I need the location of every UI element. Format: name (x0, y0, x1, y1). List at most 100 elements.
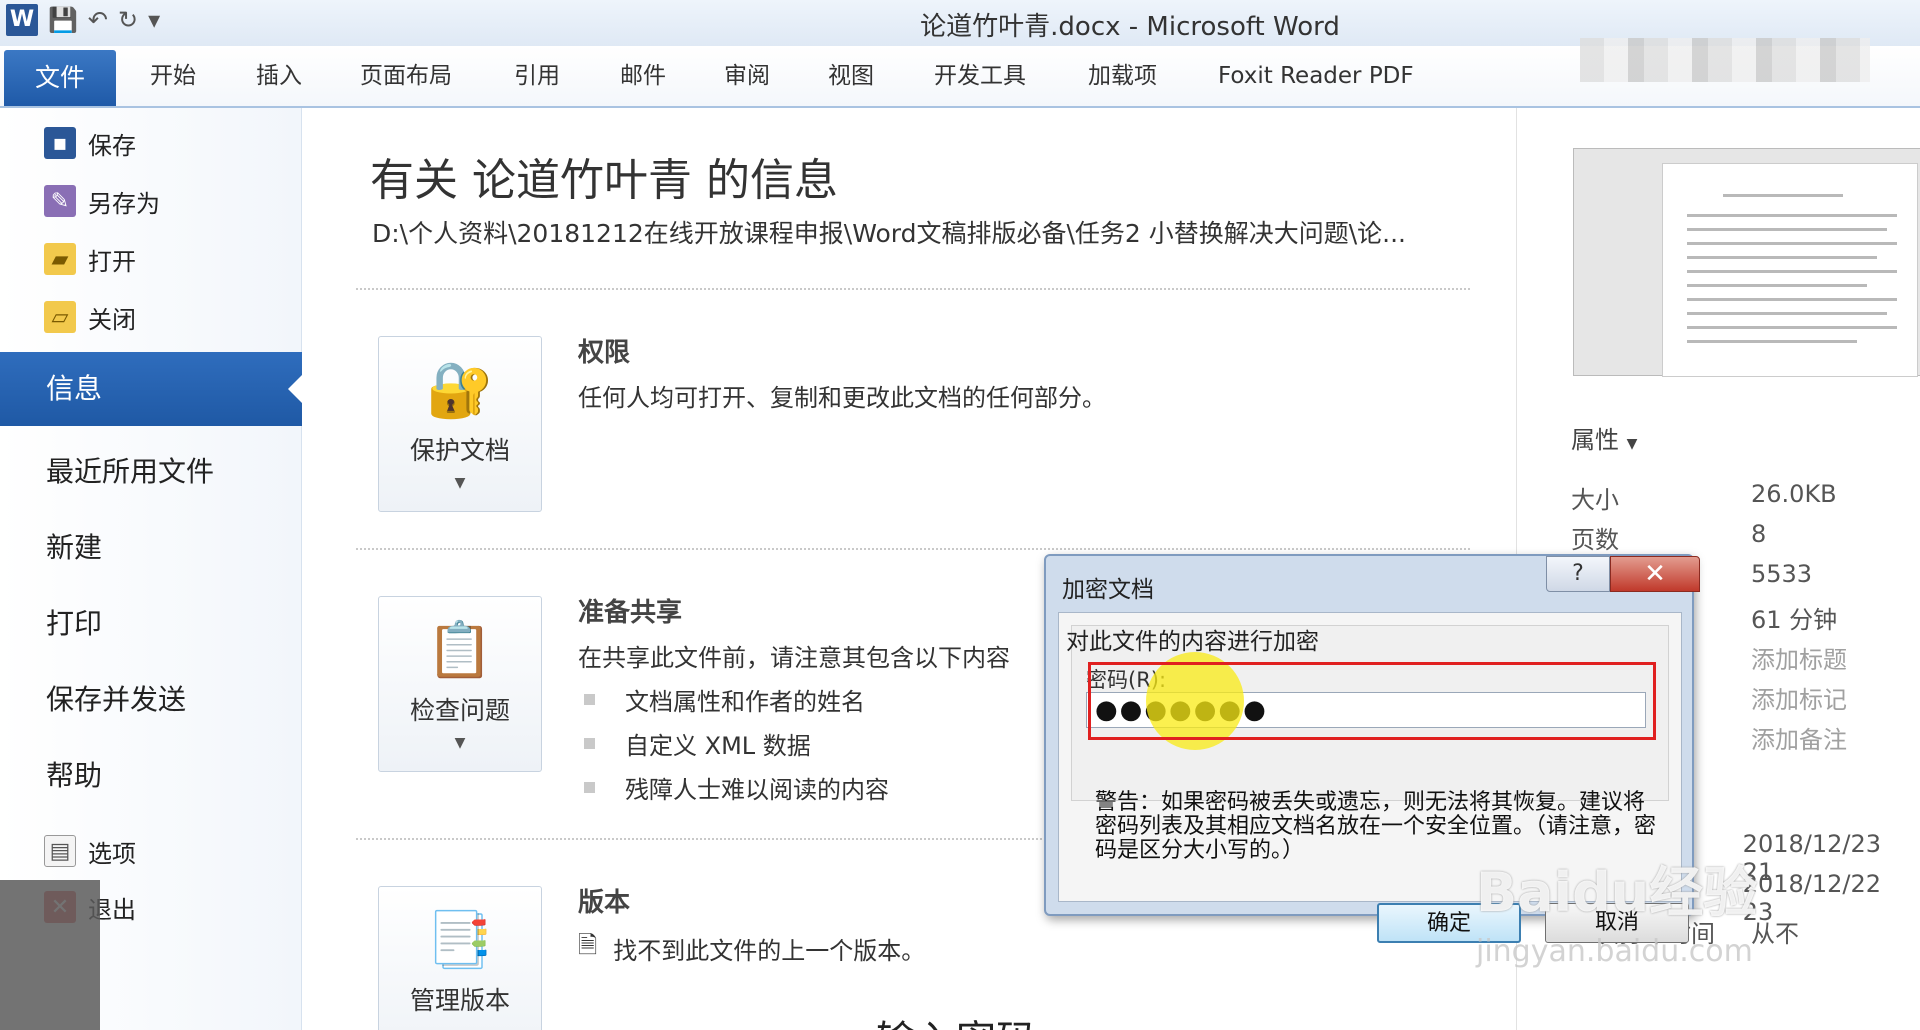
nav-save-as-label: 另存为 (88, 189, 160, 218)
thumbnail-line (1687, 256, 1877, 259)
property-key: 页数 (1571, 526, 1619, 554)
nav-print[interactable]: 打印 (46, 602, 102, 642)
tab-mailings[interactable]: 邮件 (620, 56, 666, 96)
divider (356, 288, 1470, 290)
document-version-icon: 🗎 (578, 931, 598, 959)
thumbnail-line (1687, 214, 1897, 217)
nav-options[interactable]: ▤ 选项 (44, 828, 136, 874)
add-comment-field[interactable]: 添加备注 (1751, 720, 1847, 755)
nav-open-label: 打开 (88, 247, 136, 276)
protect-document-button[interactable]: 🔐 保护文档 ▼ (378, 336, 542, 512)
nav-close-label: 关闭 (88, 305, 136, 334)
chevron-down-icon: ▼ (1626, 436, 1638, 452)
check-issues-button[interactable]: 📋 检查问题 ▼ (378, 596, 542, 772)
thumbnail-line (1687, 242, 1897, 245)
protect-document-label: 保护文档 (409, 436, 510, 465)
file-path: D:\个人资料\20181212在线开放课程申报\Word文稿排版必备\任务2 … (372, 219, 1406, 248)
nav-new[interactable]: 新建 (46, 526, 102, 566)
property-row: 页数 8 (1571, 520, 1911, 555)
tab-home[interactable]: 开始 (150, 56, 196, 96)
property-value: 5533 (1751, 560, 1813, 588)
blurred-account-area (1580, 38, 1870, 82)
bullet-icon (584, 782, 595, 793)
tab-review[interactable]: 审阅 (724, 56, 770, 96)
list-item: 自定义 XML 数据 (584, 726, 811, 761)
property-value: 26.0KB (1751, 480, 1837, 508)
close-button[interactable]: ✕ (1610, 556, 1700, 592)
caption-hint: 输入密码 (876, 1008, 1036, 1030)
thumbnail-page (1662, 163, 1918, 377)
bullet-icon (584, 694, 595, 705)
properties-heading[interactable]: 属性 ▼ (1571, 420, 1637, 455)
annotation-box (1088, 662, 1656, 740)
list-item: 文档属性和作者的姓名 (584, 682, 865, 717)
save-as-icon: ✎ (44, 185, 76, 217)
nav-save-send[interactable]: 保存并发送 (46, 678, 186, 718)
bullet-icon (584, 738, 595, 749)
versions-text: 找不到此文件的上一个版本。 (613, 937, 926, 965)
nav-info[interactable]: 信息 (0, 352, 302, 426)
versions-icon: 📑 (426, 908, 494, 971)
watermark-brand: Baidu经验 (1476, 861, 1758, 924)
versions-heading: 版本 (578, 888, 631, 918)
thumbnail-line (1687, 312, 1887, 315)
watermark-url: jingyan.baidu.com (1476, 934, 1753, 969)
add-tag-field[interactable]: 添加标记 (1751, 680, 1847, 715)
add-title-field[interactable]: 添加标题 (1751, 640, 1847, 675)
versions-text-row: 🗎 找不到此文件的上一个版本。 (578, 928, 925, 969)
thumbnail-line (1723, 194, 1843, 197)
close-folder-icon: ▱ (44, 301, 76, 333)
nav-open[interactable]: ▰ 打开 (44, 236, 136, 282)
thumbnail-line (1687, 284, 1867, 287)
nav-save-as[interactable]: ✎ 另存为 (44, 178, 160, 224)
inspect-document-icon: 📋 (426, 618, 494, 681)
list-item-label: 文档属性和作者的姓名 (625, 688, 865, 716)
blurred-overlay (0, 880, 100, 1030)
tab-page-layout[interactable]: 页面布局 (360, 56, 452, 96)
nav-help[interactable]: 帮助 (46, 754, 102, 794)
tab-file[interactable]: 文件 (4, 50, 116, 106)
permissions-text: 任何人均可打开、复制和更改此文档的任何部分。 (578, 384, 1106, 412)
tab-references[interactable]: 引用 (514, 56, 560, 96)
list-item-label: 残障人士难以阅读的内容 (625, 776, 889, 804)
properties-heading-label: 属性 (1571, 426, 1619, 454)
tab-addins[interactable]: 加载项 (1088, 56, 1157, 96)
help-button[interactable]: ? (1546, 556, 1610, 592)
save-icon: ▪ (44, 127, 76, 159)
group-legend: 对此文件的内容进行加密 (1066, 629, 1319, 655)
property-value: 从不 (1751, 920, 1799, 948)
lock-key-icon: 🔐 (426, 358, 494, 421)
thumbnail-line (1687, 270, 1897, 273)
thumbnail-line (1687, 228, 1887, 231)
property-key: 大小 (1571, 486, 1619, 514)
nav-close[interactable]: ▱ 关闭 (44, 294, 136, 340)
permissions-heading: 权限 (578, 338, 631, 368)
nav-save-label: 保存 (88, 131, 136, 160)
nav-recent[interactable]: 最近所用文件 (46, 450, 214, 490)
share-text: 在共享此文件前，请注意其包含以下内容 (578, 644, 1010, 672)
chevron-down-icon: ▼ (454, 735, 466, 751)
nav-save[interactable]: ▪ 保存 (44, 120, 136, 166)
property-value: 8 (1751, 520, 1767, 548)
page-title: 有关 论道竹叶青 的信息 (370, 155, 838, 206)
dialog-title: 加密文档 (1062, 577, 1154, 603)
manage-versions-label: 管理版本 (409, 986, 510, 1015)
thumbnail-line (1687, 340, 1857, 343)
manage-versions-button[interactable]: 📑 管理版本 (378, 886, 542, 1030)
thumbnail-line (1687, 298, 1897, 301)
document-thumbnail[interactable] (1573, 148, 1920, 377)
tab-foxit-reader-pdf[interactable]: Foxit Reader PDF (1218, 56, 1414, 96)
tab-insert[interactable]: 插入 (256, 56, 302, 96)
check-issues-label: 检查问题 (409, 696, 510, 725)
list-item: 残障人士难以阅读的内容 (584, 770, 889, 805)
property-value: 61 分钟 (1751, 606, 1838, 634)
tab-developer[interactable]: 开发工具 (934, 56, 1026, 96)
nav-options-label: 选项 (88, 839, 136, 868)
list-item-label: 自定义 XML 数据 (625, 732, 811, 760)
tab-view[interactable]: 视图 (828, 56, 874, 96)
chevron-down-icon: ▼ (454, 475, 466, 491)
options-icon: ▤ (44, 835, 76, 867)
thumbnail-line (1687, 326, 1897, 329)
divider (356, 548, 1470, 550)
share-heading: 准备共享 (578, 598, 683, 628)
